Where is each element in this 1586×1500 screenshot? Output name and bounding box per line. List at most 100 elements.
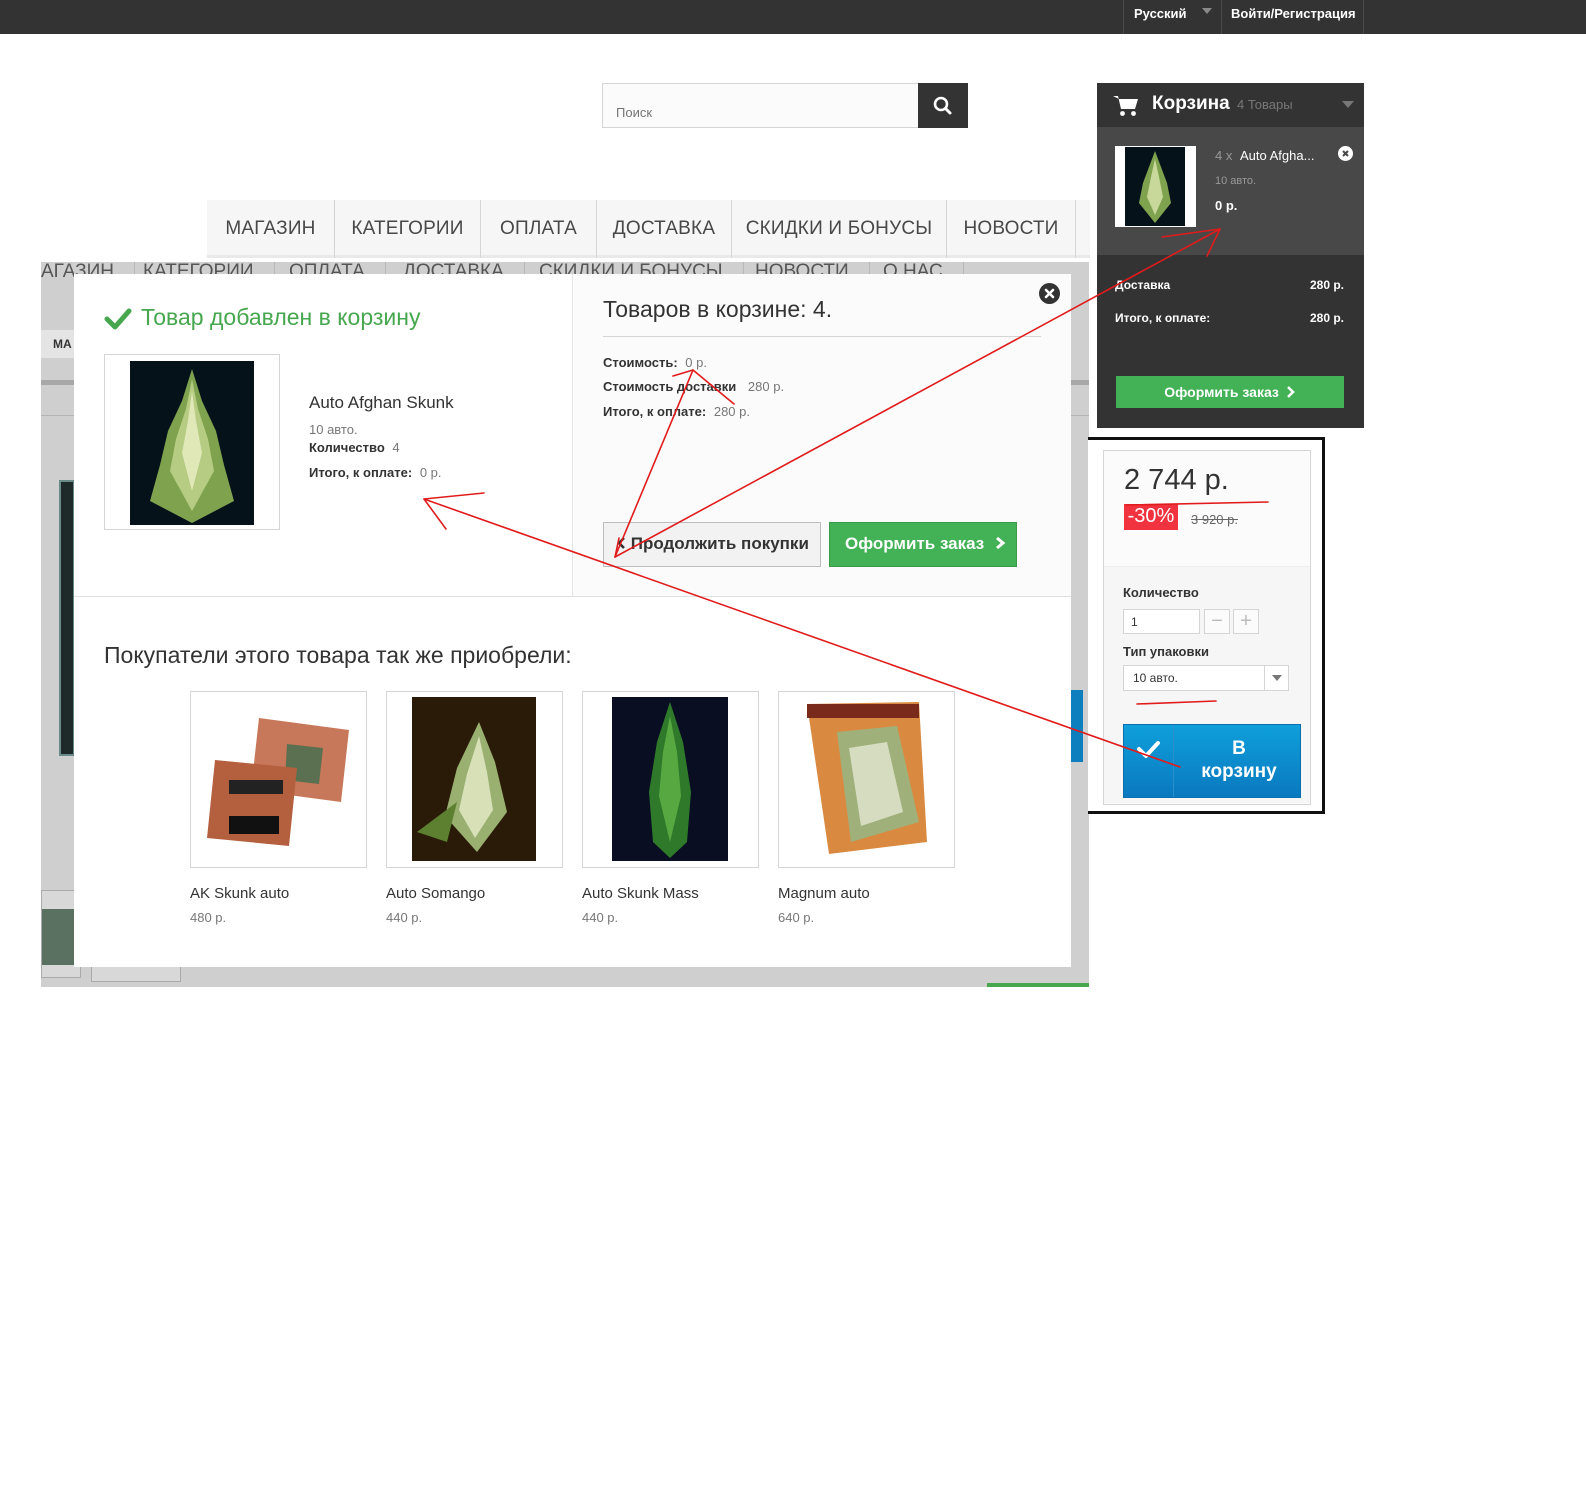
login-link[interactable]: Войти/Регистрация — [1222, 0, 1364, 34]
cart-count: Товаров в корзине: 4. — [603, 296, 833, 322]
pack-type-value: 10 авто. — [1133, 671, 1178, 685]
product-quantity: Количество 4 — [309, 440, 400, 455]
product-attribute: 10 авто. — [309, 422, 358, 437]
checkout-label: Оформить заказ — [845, 534, 985, 553]
popup-divider — [74, 596, 1071, 597]
cart-checkout-button[interactable]: Оформить заказ — [1116, 376, 1344, 408]
cart-item-attr: 10 авто. — [1215, 175, 1257, 187]
nav-item-news[interactable]: НОВОСТИ — [947, 200, 1076, 258]
add-to-cart-button[interactable]: В корзину — [1123, 724, 1301, 798]
seed-pack-photo — [191, 692, 366, 867]
minus-icon: − — [1211, 610, 1223, 632]
plant-photo — [130, 361, 254, 525]
main-nav: МАГАЗИН КАТЕГОРИИ ОПЛАТА ДОСТАВКА СКИДКИ… — [207, 200, 1090, 258]
buy-box: 2 744 р. -30% 3 920 р. Количество 1 − + … — [1103, 450, 1311, 805]
related-product-image[interactable] — [190, 691, 367, 868]
nav-item-categories[interactable]: КАТЕГОРИИ — [335, 200, 481, 258]
added-to-cart-popup: Товар добавлен в корзину Auto Afghan Sku… — [74, 274, 1071, 967]
nav-item-shop[interactable]: МАГАЗИН — [207, 200, 335, 258]
background-thumbnail — [59, 480, 75, 756]
summary-shipping: Стоимость доставки 280 р. — [603, 379, 784, 394]
close-popup-button[interactable] — [1039, 283, 1060, 304]
related-product-price: 440 р. — [386, 910, 423, 925]
total-value: 0 р. — [419, 465, 442, 480]
related-product-name[interactable]: Auto Somango — [386, 885, 485, 902]
continue-shopping-button[interactable]: Продолжить покупки — [603, 522, 821, 567]
quantity-label: Количество — [1123, 585, 1199, 600]
related-product-name[interactable]: Auto Skunk Mass — [582, 885, 699, 902]
discount-badge: -30% — [1124, 504, 1178, 530]
related-product[interactable]: AK Skunk auto 480 р. — [190, 691, 367, 925]
cart-item-image[interactable] — [1115, 146, 1196, 227]
nav-item-payment[interactable]: ОПЛАТА — [481, 200, 597, 258]
chevron-down-icon — [1202, 8, 1212, 14]
related-product-name[interactable]: AK Skunk auto — [190, 885, 289, 902]
nav-item-discounts[interactable]: СКИДКИ И БОНУСЫ — [732, 200, 947, 258]
plant-photo — [612, 697, 728, 861]
nav-item-delivery[interactable]: ДОСТАВКА — [597, 200, 732, 258]
plant-photo — [412, 697, 536, 861]
pack-type-label: Тип упаковки — [1123, 644, 1209, 659]
summary-total: Итого, к оплате: 280 р. — [603, 404, 750, 419]
search-button[interactable] — [918, 83, 968, 128]
plant-photo — [1125, 147, 1185, 226]
search-input[interactable] — [602, 83, 919, 128]
related-product[interactable]: Magnum auto 640 р. — [778, 691, 955, 925]
cart-total-value: 280 р. — [1309, 311, 1344, 325]
check-icon — [104, 308, 132, 330]
related-product[interactable]: Auto Skunk Mass 440 р. — [582, 691, 759, 925]
related-product-name[interactable]: Magnum auto — [778, 885, 870, 902]
summary-total-value: 280 р. — [713, 404, 750, 419]
product-image — [104, 354, 280, 530]
cart-item-price: 0 р. — [1215, 198, 1238, 213]
check-icon — [1124, 725, 1174, 797]
cart-title: Корзина — [1152, 93, 1230, 114]
related-product-image[interactable] — [386, 691, 563, 868]
add-to-cart-label: В корзину — [1176, 737, 1302, 783]
cart-item-name[interactable]: Auto Afgha... — [1240, 148, 1314, 163]
chevron-right-icon — [996, 536, 1006, 550]
cart-total-label: Итого, к оплате: — [1115, 311, 1211, 325]
product-price: 2 744 р. — [1124, 464, 1229, 496]
product-name: Auto Afghan Skunk — [309, 393, 454, 412]
cart-checkout-label: Оформить заказ — [1164, 384, 1279, 400]
related-product-price: 440 р. — [582, 910, 619, 925]
language-label: Русский — [1134, 6, 1187, 21]
cart-header[interactable]: Корзина 4 Товары — [1097, 83, 1364, 127]
quantity-increase-button[interactable]: + — [1233, 609, 1259, 634]
cost-value: 0 р. — [685, 355, 707, 370]
add-to-cart-line: корзину — [1201, 761, 1277, 782]
summary-divider — [603, 336, 1041, 337]
quantity-decrease-button[interactable]: − — [1204, 609, 1230, 634]
chevron-down-icon — [1264, 666, 1288, 690]
cart-item-count: 4 Товары — [1237, 97, 1293, 112]
checkout-button[interactable]: Оформить заказ — [829, 522, 1017, 567]
shipping-value: 280 р. — [747, 379, 785, 394]
cart-shipping-value: 280 р. — [1309, 278, 1344, 292]
quantity-label: Количество — [309, 440, 385, 455]
related-product-image[interactable] — [582, 691, 759, 868]
search-icon — [933, 96, 952, 115]
old-price: 3 920 р. — [1191, 512, 1238, 527]
also-bought-title: Покупатели этого товара так же приобрели… — [104, 642, 572, 668]
cart-shipping-row: Доставка 280 р. — [1115, 278, 1344, 292]
related-product-image[interactable] — [778, 691, 955, 868]
shipping-label: Стоимость доставки — [603, 379, 737, 394]
related-product[interactable]: Auto Somango 440 р. — [386, 691, 563, 925]
product-total: Итого, к оплате: 0 р. — [309, 465, 442, 480]
cart-item-qty: 4 x — [1215, 148, 1233, 163]
cart-total-row: Итого, к оплате: 280 р. — [1115, 311, 1344, 325]
add-to-cart-line: В — [1232, 738, 1246, 759]
chevron-left-icon — [617, 537, 625, 549]
language-selector[interactable]: Русский — [1123, 0, 1222, 34]
remove-item-button[interactable] — [1338, 146, 1353, 161]
cart-shipping-label: Доставка — [1115, 278, 1171, 292]
background-blue-button — [1071, 690, 1083, 762]
pack-type-select[interactable]: 10 авто. — [1123, 665, 1289, 691]
chevron-down-icon — [1342, 101, 1354, 108]
cost-label: Стоимость: — [603, 355, 678, 370]
cart-item: 4 x Auto Afgha... 10 авто. 0 р. — [1097, 127, 1364, 255]
quantity-input[interactable]: 1 — [1123, 609, 1200, 634]
chevron-right-icon — [1286, 386, 1295, 398]
related-product-price: 640 р. — [778, 910, 815, 925]
